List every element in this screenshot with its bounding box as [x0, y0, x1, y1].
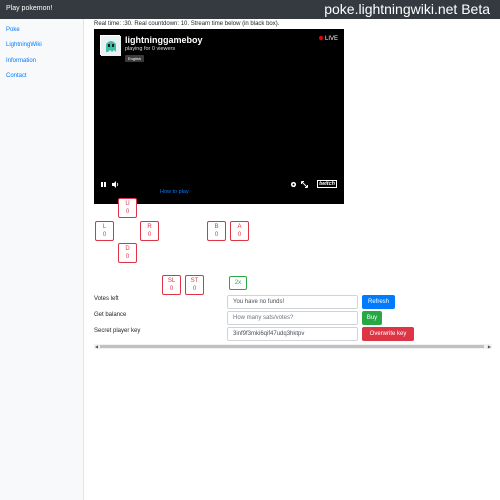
button-label: D [125, 246, 130, 252]
vote-count: 0 [147, 232, 152, 238]
top-navbar: Play pokemon! poke.lightningwiki.net Bet… [0, 0, 500, 19]
sidebar-item-information[interactable]: Information [6, 58, 36, 64]
vote-count: 0 [237, 232, 242, 238]
vote-count: 0 [214, 232, 219, 238]
fullscreen-icon[interactable] [301, 181, 308, 188]
sidebar-item-poke[interactable]: Poke [6, 27, 20, 33]
button-label: R [147, 224, 152, 230]
pause-icon[interactable] [100, 181, 107, 188]
down-button[interactable]: D 0 [118, 243, 137, 263]
site-title[interactable]: poke.lightningwiki.net Beta [324, 1, 490, 17]
button-label: U [125, 201, 130, 207]
secret-key-label: Secret player key [94, 328, 141, 334]
language-tag[interactable]: English [125, 55, 145, 62]
live-dot-icon [318, 36, 323, 41]
votes-left-field[interactable]: You have no funds! [227, 295, 358, 309]
vote-count: 0 [125, 254, 130, 260]
navbar-brand[interactable]: Play pokemon! [6, 5, 52, 12]
refresh-button[interactable]: Refresh [362, 295, 395, 309]
start-button[interactable]: ST 0 [185, 275, 204, 295]
twitch-logo[interactable]: twitch [317, 180, 337, 188]
status-line: Real time: :30. Real countdown: 10. Stre… [94, 21, 280, 27]
sidebar-item-lightningwiki[interactable]: LightningWiki [6, 42, 42, 48]
overwrite-key-button[interactable]: Overwrite key [362, 327, 414, 341]
buy-button[interactable]: Buy [362, 311, 382, 325]
sidebar-item-contact[interactable]: Contact [6, 73, 27, 79]
scroll-right-icon[interactable]: ▶ [488, 344, 491, 349]
secret-key-field[interactable]: 3inf9f3mki6qif47udq3hktpv [227, 327, 358, 341]
viewer-count: playing for 0 viewers [125, 46, 176, 52]
button-label: L [102, 224, 107, 230]
vote-count: 0 [102, 232, 107, 238]
multiplier-2x-button[interactable]: 2x [229, 276, 247, 290]
right-button[interactable]: R 0 [140, 221, 159, 241]
volume-icon[interactable] [112, 181, 120, 188]
scrollbar-thumb[interactable] [100, 345, 484, 348]
b-button[interactable]: B 0 [207, 221, 226, 241]
button-label: SL [167, 278, 176, 284]
vote-count: 0 [169, 286, 174, 292]
settings-icon[interactable] [290, 181, 297, 188]
scroll-left-icon[interactable]: ◀ [95, 344, 98, 349]
horizontal-scrollbar[interactable]: ◀ ▶ [94, 344, 492, 349]
a-button[interactable]: A 0 [230, 221, 249, 241]
channel-avatar[interactable] [100, 35, 121, 56]
vote-count: 0 [125, 209, 130, 215]
live-label: LIVE [324, 36, 338, 42]
button-label: B [214, 224, 219, 230]
gameboy-ghost-icon [101, 36, 121, 56]
how-to-play-link[interactable]: How to play [160, 189, 189, 195]
button-label: A [237, 224, 242, 230]
sidebar: Poke LightningWiki Information Contact [0, 19, 84, 500]
main-content: Real time: :30. Real countdown: 10. Stre… [84, 19, 500, 500]
select-button[interactable]: SL 0 [162, 275, 181, 295]
sats-amount-input[interactable]: How many sats/votes? [227, 311, 358, 325]
vote-count: 0 [192, 286, 197, 292]
button-label: ST [190, 278, 199, 284]
stream-player[interactable]: lightninggameboy playing for 0 viewers E… [94, 29, 344, 204]
channel-name[interactable]: lightninggameboy [125, 35, 203, 45]
up-button[interactable]: U 0 [118, 198, 137, 218]
live-badge: LIVE [318, 36, 338, 42]
votes-left-label: Votes left [94, 296, 119, 302]
left-button[interactable]: L 0 [95, 221, 114, 241]
get-balance-label: Get balance [94, 312, 127, 318]
